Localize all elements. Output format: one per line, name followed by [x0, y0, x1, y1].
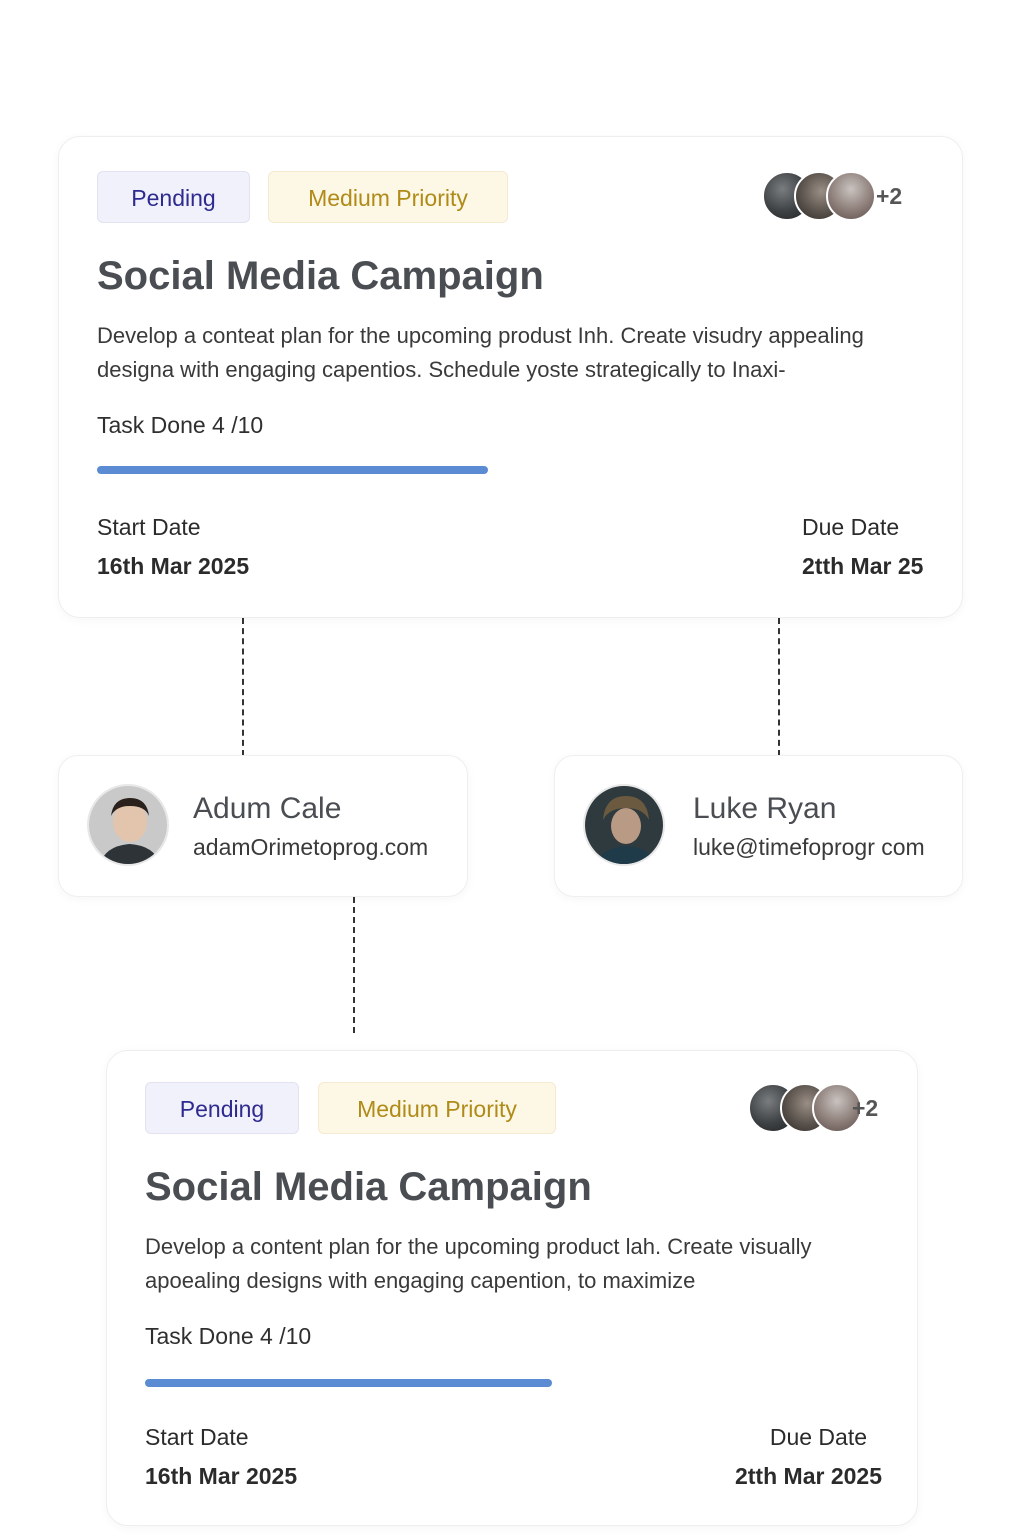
task-title: Social Media Campaign — [97, 254, 544, 298]
task-card[interactable]: Pending Medium Priority +2 Social Media … — [106, 1050, 918, 1526]
assignee-email[interactable]: luke@timefoprogr com — [693, 834, 925, 861]
task-card[interactable]: Pending Medium Priority +2 Social Media … — [58, 136, 963, 618]
avatar — [583, 784, 665, 866]
due-date-value: 2tth Mar 25 — [802, 553, 924, 579]
task-description: Develop a conteat plan for the upcoming … — [97, 323, 864, 382]
assignee-stack[interactable]: +2 — [748, 1083, 898, 1137]
start-date-value: 16th Mar 2025 — [145, 1463, 298, 1489]
status-badge: Pending — [145, 1082, 299, 1134]
avatar-photo-icon — [89, 786, 167, 864]
status-badge: Pending — [97, 171, 250, 223]
progress-fill — [97, 466, 489, 474]
avatar — [87, 784, 169, 866]
connector-line — [778, 618, 780, 756]
assignee-card[interactable]: Luke Ryan luke@timefoprogr com — [554, 755, 963, 897]
avatar — [826, 171, 876, 221]
task-description: Develop a content plan for the upcoming … — [145, 1234, 812, 1293]
due-date-label: Due Date — [802, 514, 900, 540]
connector-line — [353, 897, 355, 1033]
connector-line — [242, 618, 244, 756]
progress-bar — [97, 466, 1024, 474]
due-date-label: Due Date — [769, 1424, 867, 1450]
progress-fill — [145, 1379, 553, 1387]
priority-badge: Medium Priority — [268, 171, 508, 223]
priority-badge: Medium Priority — [318, 1082, 556, 1134]
avatar-photo-icon — [585, 786, 663, 864]
task-progress-label: Task Done 4 /10 — [97, 412, 264, 438]
due-date-value: 2tth Mar 2025 — [734, 1463, 882, 1489]
start-date-label: Start Date — [145, 1424, 249, 1450]
assignee-card[interactable]: Adum Cale adamOrimetoprog.com — [58, 755, 468, 897]
progress-bar — [145, 1379, 1024, 1387]
assignee-extra-count: +2 — [852, 1095, 879, 1121]
assignee-name: Luke Ryan — [693, 792, 837, 825]
start-date-value: 16th Mar 2025 — [97, 553, 250, 579]
assignee-name: Adum Cale — [193, 792, 342, 825]
assignee-stack[interactable]: +2 — [762, 171, 912, 225]
assignee-extra-count: +2 — [876, 183, 903, 209]
task-progress-label: Task Done 4 /10 — [145, 1323, 312, 1349]
start-date-label: Start Date — [97, 514, 201, 540]
task-title: Social Media Campaign — [145, 1165, 592, 1209]
assignee-email[interactable]: adamOrimetoprog.com — [193, 834, 428, 861]
